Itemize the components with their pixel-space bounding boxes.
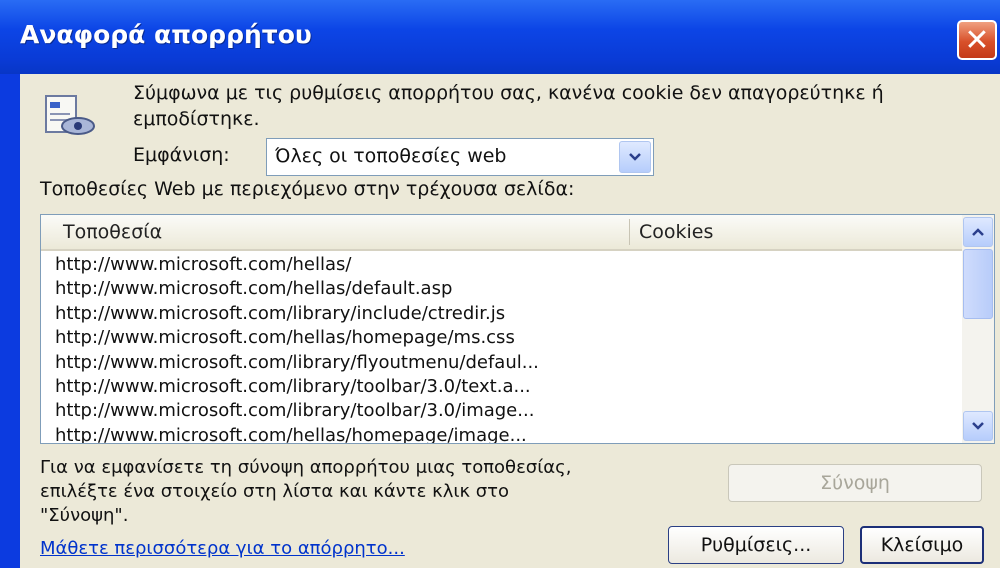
scroll-up-button[interactable] (963, 217, 993, 247)
scroll-down-button[interactable] (963, 411, 993, 441)
summary-button[interactable]: Σύνοψη (728, 464, 982, 502)
list-item[interactable]: http://www.microsoft.com/hellas/ (55, 253, 955, 277)
list-item[interactable]: http://www.microsoft.com/library/toolbar… (55, 399, 955, 423)
scrollbar-thumb[interactable] (963, 249, 993, 319)
chevron-down-icon (972, 422, 984, 430)
sites-list-label: Τοποθεσίες Web με περιεχόμενο στην τρέχο… (40, 178, 575, 200)
filter-selected-value: Όλες οι τοποθεσίες web (275, 145, 507, 167)
list-item[interactable]: http://www.microsoft.com/hellas/default.… (55, 277, 955, 301)
privacy-report-icon (45, 95, 95, 135)
window-title: Αναφορά απορρήτου (20, 20, 312, 49)
chevron-up-icon (972, 228, 984, 236)
list-item[interactable]: http://www.microsoft.com/library/flyoutm… (55, 351, 955, 375)
dialog-body: Σύμφωνα με τις ρυθμίσεις απορρήτου σας, … (20, 74, 1000, 568)
filter-dropdown[interactable]: Όλες οι τοποθεσίες web (266, 138, 654, 176)
close-button[interactable]: Κλείσιμο (860, 526, 984, 564)
list-rows: http://www.microsoft.com/hellas/ http://… (55, 253, 955, 443)
privacy-report-window: Αναφορά απορρήτου ✕ Σύμφωνα με τις ρυθμί… (0, 0, 1000, 568)
filter-label: Εμφάνιση: (133, 144, 230, 166)
vertical-scrollbar[interactable] (962, 215, 994, 443)
list-header: Τοποθεσία Cookies (41, 215, 963, 251)
learn-more-link[interactable]: Μάθετε περισσότερα για το απόρρητο... (40, 538, 405, 559)
list-item[interactable]: http://www.microsoft.com/library/include… (55, 302, 955, 326)
list-item[interactable]: http://www.microsoft.com/hellas/homepage… (55, 424, 955, 443)
info-message: Σύμφωνα με τις ρυθμίσεις απορρήτου σας, … (133, 82, 884, 130)
chevron-down-icon (629, 153, 641, 161)
column-header-site[interactable]: Τοποθεσία (63, 221, 162, 243)
help-text: Για να εμφανίσετε τη σύνοψη απορρήτου μι… (40, 457, 572, 526)
sites-list[interactable]: Τοποθεσία Cookies http://www.microsoft.c… (40, 214, 995, 444)
dropdown-arrow-button[interactable] (619, 141, 651, 173)
title-bar[interactable]: Αναφορά απορρήτου ✕ (0, 0, 1000, 74)
column-divider[interactable] (629, 219, 630, 245)
close-icon: ✕ (964, 22, 990, 58)
settings-button[interactable]: Ρυθμίσεις... (668, 526, 844, 564)
column-header-cookies[interactable]: Cookies (639, 221, 713, 243)
list-item[interactable]: http://www.microsoft.com/hellas/homepage… (55, 326, 955, 350)
list-item[interactable]: http://www.microsoft.com/library/toolbar… (55, 375, 955, 399)
close-window-button[interactable]: ✕ (957, 20, 997, 60)
